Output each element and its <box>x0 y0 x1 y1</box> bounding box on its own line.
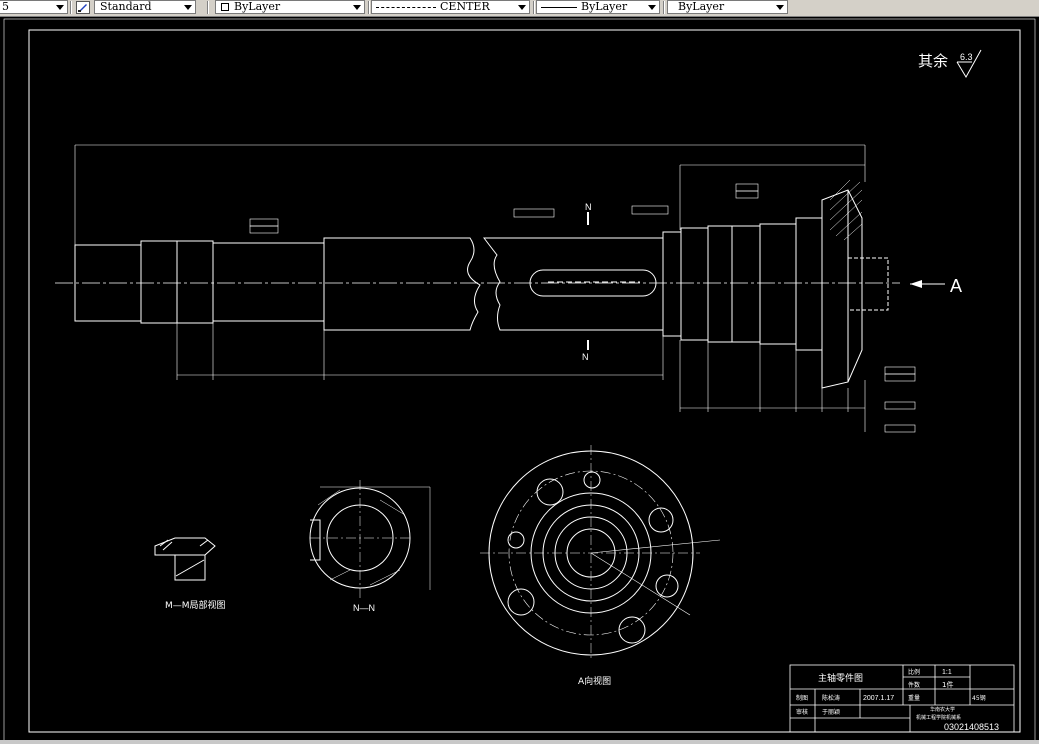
title-drawing-no: 03021408513 <box>944 722 999 732</box>
lineweight-preview-icon <box>541 7 577 8</box>
linetype-preview-icon <box>376 7 436 8</box>
title-draw-label: 制图 <box>796 694 808 702</box>
chevron-down-icon[interactable] <box>56 5 64 10</box>
lineweight-value: ByLayer <box>581 0 628 13</box>
toolbar-separator <box>663 1 665 14</box>
layer-color-value: ByLayer <box>234 0 281 13</box>
section-mark-n-bottom: N <box>582 352 589 362</box>
linetype-value: CENTER <box>440 0 490 13</box>
title-qty-value: 1件 <box>942 680 953 689</box>
title-scale-value: 1:1 <box>942 669 952 676</box>
color-swatch-icon <box>221 3 229 11</box>
title-date: 2007.1.17 <box>863 695 894 702</box>
bottom-scrollbar[interactable] <box>0 740 1039 744</box>
toolbar-separator <box>533 1 535 14</box>
section-mm-caption: M—M局部视图 <box>165 599 226 611</box>
title-school: 华南农大学 <box>930 706 955 713</box>
properties-toolbar: 5 Standard ByLayer CENTER ByLayer ByLaye… <box>0 0 1039 17</box>
title-check-label: 审核 <box>796 708 808 716</box>
toolbar-separator <box>368 1 370 14</box>
chevron-down-icon[interactable] <box>184 5 192 10</box>
chevron-down-icon[interactable] <box>776 5 784 10</box>
lineweight-select[interactable]: ByLayer <box>536 0 660 14</box>
title-weight-label: 重量 <box>908 694 920 702</box>
surface-roughness-value: 6.3 <box>960 52 973 62</box>
title-checker: 于丽颖 <box>822 708 840 716</box>
linetype-select[interactable]: CENTER <box>371 0 530 14</box>
title-part-name: 主轴零件图 <box>818 672 863 684</box>
title-drawer: 陈松涛 <box>822 694 840 702</box>
text-style-select[interactable]: Standard <box>94 0 196 14</box>
toolbar-separator <box>70 1 72 14</box>
toolbar-separator <box>207 1 209 14</box>
layer-color-select[interactable]: ByLayer <box>215 0 365 14</box>
section-mark-n-top: N <box>585 202 592 212</box>
first-combo-value: 5 <box>2 0 9 13</box>
title-dept: 机械工程学院机械系 <box>916 714 961 721</box>
chevron-down-icon[interactable] <box>353 5 361 10</box>
title-scale-label: 比例 <box>908 668 920 676</box>
text-style-value: Standard <box>100 0 152 13</box>
drawing-canvas[interactable]: 其余 6.3 N N A M—M局部视图 N—N A向视图 主轴零件图 比例 1… <box>0 17 1039 740</box>
title-qty-label: 件数 <box>908 681 920 689</box>
view-a-caption: A向视图 <box>578 675 611 687</box>
section-nn-caption: N—N <box>353 603 375 613</box>
chevron-down-icon[interactable] <box>648 5 656 10</box>
title-material: 45钢 <box>972 694 986 702</box>
surface-roughness-label: 其余 <box>918 52 948 70</box>
view-arrow-label: A <box>950 276 962 296</box>
first-combo[interactable]: 5 <box>0 0 68 14</box>
plotstyle-select[interactable]: ByLayer <box>667 0 788 14</box>
chevron-down-icon[interactable] <box>518 5 526 10</box>
plotstyle-value: ByLayer <box>678 0 725 13</box>
text-style-icon[interactable] <box>76 1 90 14</box>
